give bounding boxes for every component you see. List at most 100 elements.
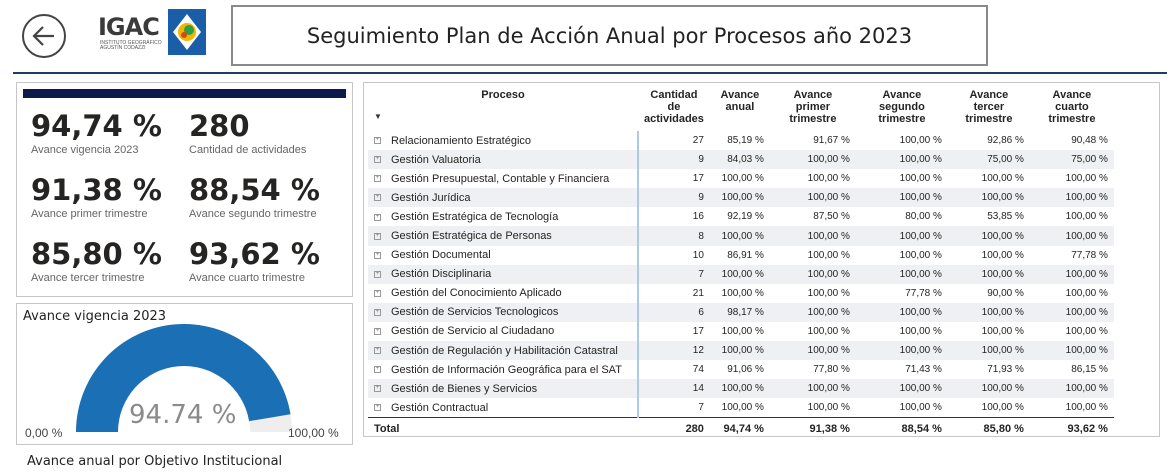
progress-cell: 53,85 % — [987, 211, 1024, 223]
total-value: 94,74 % — [709, 417, 770, 441]
table-row[interactable]: + Gestión Estratégica de Tecnología 16 92,1… — [368, 207, 1114, 227]
table-row[interactable]: + Gestión de Regulación y Habilitación Ca… — [368, 341, 1114, 361]
kpi-avance-vigencia: 94,74 % Avance vigencia 2023 — [31, 109, 191, 156]
kpi-value: 94,74 % — [31, 109, 162, 143]
progress-cell: 100,00 % — [709, 226, 770, 246]
process-name-cell: + Relacionamiento Estratégico — [368, 131, 638, 150]
activity-count-cell: 14 — [637, 379, 710, 399]
table-row[interactable]: + Gestión de Servicios Tecnologicos 6 98,17… — [368, 302, 1114, 322]
process-name: Gestión Estratégica de Tecnología — [391, 210, 559, 223]
progress-cell: 92,86 % — [987, 135, 1024, 147]
process-name: Gestión Documental — [391, 249, 491, 262]
kpi-value: 91,38 % — [31, 173, 162, 207]
progress-cell: 100,00 % — [855, 150, 948, 170]
kpi-avance-segundo-trimestre: 88,54 % Avance segundo trimestre — [189, 173, 349, 220]
total-value: 85,80 % — [947, 417, 1030, 441]
progress-cell: 100,00 % — [1029, 341, 1114, 361]
expand-icon[interactable]: + — [374, 251, 381, 259]
back-button[interactable] — [22, 14, 66, 58]
expand-icon[interactable]: + — [374, 194, 381, 202]
progress-cell: 90,48 % — [1071, 135, 1108, 147]
kpi-label: Avance tercer trimestre — [31, 272, 145, 284]
activity-count-cell: 10 — [637, 245, 710, 265]
expand-icon[interactable]: + — [374, 289, 381, 297]
table-row[interactable]: + Gestión Disciplinaria 7 100,00 % 100,00 % 1… — [368, 264, 1114, 284]
progress-cell: 100,00 % — [947, 341, 1030, 361]
progress-cell: 100,00 % — [1065, 173, 1108, 185]
expand-icon[interactable]: + — [374, 137, 381, 145]
expand-icon[interactable]: + — [374, 308, 381, 316]
process-name: Gestión de Servicios Tecnologicos — [391, 306, 559, 319]
expand-icon[interactable]: + — [374, 175, 381, 183]
progress-cell: 100,00 % — [1065, 402, 1108, 414]
table-row[interactable]: + Gestión Jurídica 9 100,00 % 100,00 % 100,00… — [368, 188, 1114, 208]
gauge-max-label: 100,00 % — [288, 426, 339, 440]
kpi-avance-cuarto-trimestre: 93,62 % Avance cuarto trimestre — [189, 237, 349, 284]
process-name: Gestión Estratégica de Personas — [391, 230, 552, 243]
table-row[interactable]: + Gestión Valuatoria 9 84,03 % 100,00 % 100,0… — [368, 150, 1114, 170]
process-name-cell: + Gestión de Regulación y Habilitación Ca… — [368, 341, 638, 361]
activity-count-cell: 9 — [637, 150, 710, 170]
progress-cell: 100,00 % — [1029, 302, 1114, 322]
process-name: Gestión de Bienes y Servicios — [391, 382, 538, 395]
process-name-cell: + Gestión de Información Geográfica para … — [368, 360, 638, 379]
process-table: Proceso Cantidad de actividades Avance a… — [368, 85, 1114, 441]
table-row[interactable]: + Gestión de Información Geográfica para … — [368, 360, 1114, 380]
progress-cell: 100,00 % — [807, 249, 850, 261]
kpi-value: 280 — [189, 109, 250, 143]
table-row[interactable]: + Gestión Estratégica de Personas 8 100,00 … — [368, 226, 1114, 246]
process-name: Gestión de Regulación y Habilitación Cat… — [391, 344, 618, 357]
table-row[interactable]: + Gestión Presupuestal, Contable y Financ… — [368, 169, 1114, 189]
progress-cell: 75,00 % — [947, 150, 1030, 170]
activity-count-cell: 8 — [637, 226, 710, 246]
expand-icon[interactable]: + — [374, 213, 381, 221]
process-name: Gestión de Servicio al Ciudadano — [391, 325, 555, 338]
gauge-value: 94.74 % — [129, 400, 237, 430]
table-row[interactable]: + Gestión Documental 10 86,91 % 100,00 % 100,… — [368, 245, 1114, 265]
expand-icon[interactable]: + — [374, 328, 381, 336]
total-value: 91,38 % — [769, 417, 856, 441]
column-header-cantidad[interactable]: Cantidad de actividades — [638, 85, 710, 131]
progress-cell: 100,00 % — [721, 325, 764, 337]
progress-cell: 100,00 % — [807, 325, 850, 337]
progress-cell: 100,00 % — [769, 264, 856, 284]
expand-icon[interactable]: + — [374, 232, 381, 240]
kpi-avance-primer-trimestre: 91,38 % Avance primer trimestre — [31, 173, 191, 220]
expand-icon[interactable]: + — [374, 404, 381, 412]
column-header-proceso[interactable]: Proceso — [368, 85, 638, 131]
table-row[interactable]: + Gestión de Bienes y Servicios 14 100,00 %… — [368, 379, 1114, 399]
expand-icon[interactable]: + — [374, 270, 381, 278]
column-header-primer-trimestre[interactable]: Avance primer trimestre — [770, 85, 856, 131]
table-row[interactable]: + Relacionamiento Estratégico 27 85,19 % 91,… — [368, 131, 1114, 151]
column-header-avance-anual[interactable]: Avance anual — [710, 85, 770, 131]
process-name-cell: + Gestión Estratégica de Tecnología — [368, 207, 638, 226]
process-name: Gestión de Información Geográfica para e… — [391, 363, 622, 376]
process-name-cell: + Gestión Contractual — [368, 398, 638, 418]
table-total-row: Total 280 94,74 % 91,38 % 88,54 % 85,80 % 93,6… — [368, 417, 1114, 441]
column-header-tercer-trimestre[interactable]: Avance tercer trimestre — [948, 85, 1030, 131]
progress-cell: 90,00 % — [987, 287, 1024, 299]
progress-cell: 100,00 % — [769, 188, 856, 208]
process-name: Gestión Valuatoria — [391, 153, 481, 166]
expand-icon[interactable]: + — [374, 366, 381, 374]
process-name: Gestión Jurídica — [391, 191, 471, 204]
table-row[interactable]: + Gestión de Servicio al Ciudadano 17 100,0… — [368, 321, 1114, 342]
expand-icon[interactable]: + — [374, 156, 381, 164]
column-header-cuarto-trimestre[interactable]: Avance cuarto trimestre — [1030, 85, 1114, 131]
column-header-segundo-trimestre[interactable]: Avance segundo trimestre — [856, 85, 948, 131]
table-row[interactable]: + Gestión del Conocimiento Aplicado 21 100,… — [368, 283, 1114, 303]
kpi-value: 85,80 % — [31, 237, 162, 271]
table-header-row: Proceso Cantidad de actividades Avance a… — [368, 85, 1114, 131]
process-name-cell: + Gestión de Bienes y Servicios — [368, 379, 638, 399]
activity-count-cell: 7 — [637, 398, 710, 418]
kpi-label: Avance primer trimestre — [31, 208, 148, 220]
arrow-left-icon — [32, 26, 54, 46]
expand-icon[interactable]: + — [374, 347, 381, 355]
table-row[interactable]: + Gestión Contractual 7 100,00 % 100,00 % 100… — [368, 398, 1114, 418]
process-name: Gestión del Conocimiento Aplicado — [391, 287, 562, 300]
progress-cell: 77,78 % — [905, 287, 942, 299]
activity-count-cell: 7 — [637, 264, 710, 284]
expand-icon[interactable]: + — [374, 385, 381, 393]
progress-cell: 75,00 % — [1029, 150, 1114, 170]
progress-cell: 100,00 % — [807, 402, 850, 414]
